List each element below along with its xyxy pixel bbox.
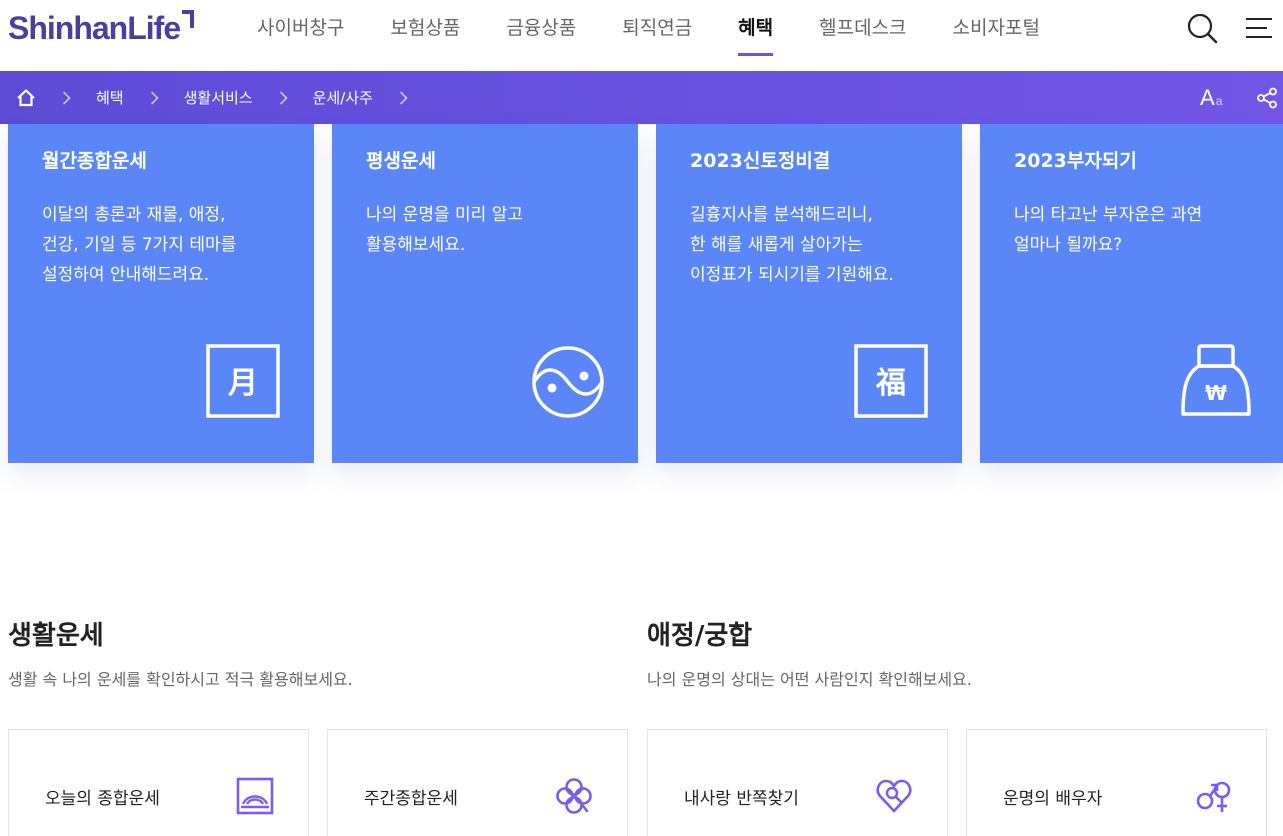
chevron-right-icon[interactable] [399, 90, 408, 105]
service-destined-spouse[interactable]: 운명의 배우자 [966, 729, 1267, 836]
service-label: 주간종합운세 [364, 789, 458, 809]
breadcrumb-bar: 혜택 생활서비스 운세/사주 Aa [0, 71, 1283, 124]
card-description-line: 이달의 총론과 재물, 애정, [42, 205, 226, 225]
card-lifetime-fortune[interactable]: 평생운세 나의 운명을 미리 알고 활용해보세요. [332, 124, 638, 463]
global-navigation: 사이버창구 보험상품 금융상품 퇴직연금 혜택 헬프데스크 소비자포털 [234, 0, 1063, 71]
menu-icon[interactable] [1243, 12, 1275, 44]
search-icon[interactable] [1186, 12, 1218, 44]
section-title: 애정/궁합 [647, 621, 753, 651]
section-daily-fortune: 생활운세 생활 속 나의 운세를 확인하시고 적극 활용해보세요. [8, 618, 353, 690]
font-size-small-label: a [1215, 94, 1223, 108]
font-size-large-label: A [1200, 85, 1215, 110]
logo-text: ShinhanLife [8, 10, 181, 46]
card-description-line: 이정표가 되시기를 기원해요. [690, 265, 894, 285]
service-find-soulmate[interactable]: 내사랑 반쪽찾기 [647, 729, 948, 836]
chevron-right-icon [279, 90, 288, 105]
card-description-line: 길흉지사를 분석해드리니, [690, 205, 873, 225]
gender-icon [1196, 781, 1231, 812]
heart-search-icon [876, 779, 912, 813]
service-today-fortune[interactable]: 오늘의 종합운세 [8, 729, 309, 836]
sunrise-icon [236, 777, 274, 815]
section-title: 생활운세 [8, 621, 104, 651]
fortune-icon: 福 [854, 344, 928, 418]
service-label: 오늘의 종합운세 [45, 789, 160, 809]
card-monthly-fortune[interactable]: 월간종합운세 이달의 총론과 재물, 애정, 건강, 기일 등 7가지 테마를 … [8, 124, 314, 463]
month-glyph: 月 [228, 366, 258, 401]
card-tojeong-fortune[interactable]: 2023신토정비결 길흉지사를 분석해드리니, 한 해를 새롭게 살아가는 이정… [656, 124, 962, 463]
service-label: 운명의 배우자 [1003, 789, 1103, 809]
gnb-item-financial-products[interactable]: 금융상품 [483, 0, 599, 56]
font-size-button[interactable]: Aa [1200, 85, 1222, 111]
month-icon: 月 [206, 344, 280, 418]
card-title: 월간종합운세 [42, 150, 147, 172]
gnb-item-cyber-branch[interactable]: 사이버창구 [234, 0, 367, 56]
breadcrumb: 혜택 생활서비스 운세/사주 [16, 71, 433, 124]
site-header: ShinhanLife 사이버창구 보험상품 금융상품 퇴직연금 혜택 헬프데스… [0, 0, 1283, 71]
gnb-item-consumer-portal[interactable]: 소비자포털 [930, 0, 1063, 56]
yin-yang-icon [532, 346, 604, 418]
card-become-rich[interactable]: 2023부자되기 나의 타고난 부자운은 과연 얼마나 될까요? ₩ [980, 124, 1283, 463]
card-description: 이달의 총론과 재물, 애정, 건강, 기일 등 7가지 테마를 설정하여 안내… [42, 200, 307, 290]
service-weekly-fortune[interactable]: 주간종합운세 [327, 729, 628, 836]
section-love-match: 애정/궁합 나의 운명의 상대는 어떤 사람인지 확인해보세요. [647, 618, 972, 690]
card-description-line: 설정하여 안내해드려요. [42, 265, 210, 285]
gnb-item-insurance-products[interactable]: 보험상품 [367, 0, 483, 56]
card-description-line: 얼마나 될까요? [1014, 235, 1123, 255]
gnb-item-benefits[interactable]: 혜택 [715, 0, 796, 56]
breadcrumb-life-service[interactable]: 생활서비스 [184, 87, 253, 108]
won-glyph: ₩ [1205, 381, 1227, 405]
card-description-line: 건강, 기일 등 7가지 테마를 [42, 235, 237, 255]
logo-mark-icon [182, 10, 195, 28]
card-title: 평생운세 [366, 150, 436, 172]
card-description: 나의 운명을 미리 알고 활용해보세요. [366, 200, 631, 260]
clover-icon [556, 778, 592, 814]
breadcrumb-benefits[interactable]: 혜택 [96, 87, 124, 108]
gnb-item-help-desk[interactable]: 헬프데스크 [796, 0, 929, 56]
chevron-right-icon [62, 90, 71, 105]
share-icon[interactable] [1256, 87, 1278, 109]
card-description: 나의 타고난 부자운은 과연 얼마나 될까요? [1014, 200, 1279, 260]
card-title: 2023신토정비결 [690, 150, 831, 172]
shinhan-life-logo[interactable]: ShinhanLife [8, 8, 195, 48]
money-bag-icon: ₩ [1181, 344, 1251, 416]
card-description: 길흉지사를 분석해드리니, 한 해를 새롭게 살아가는 이정표가 되시기를 기원… [690, 200, 955, 290]
card-description-line: 한 해를 새롭게 살아가는 [690, 235, 863, 255]
card-title: 2023부자되기 [1014, 150, 1137, 172]
card-description-line: 활용해보세요. [366, 235, 466, 255]
card-description-line: 나의 운명을 미리 알고 [366, 205, 523, 225]
fortune-glyph: 福 [875, 366, 906, 401]
breadcrumb-fortune[interactable]: 운세/사주 [313, 87, 373, 108]
home-icon[interactable] [16, 88, 36, 108]
card-description-line: 나의 타고난 부자운은 과연 [1014, 205, 1203, 225]
service-label: 내사랑 반쪽찾기 [684, 789, 799, 809]
fortune-card-list: 월간종합운세 이달의 총론과 재물, 애정, 건강, 기일 등 7가지 테마를 … [8, 124, 1283, 463]
section-description: 생활 속 나의 운세를 확인하시고 적극 활용해보세요. [8, 670, 353, 689]
section-description: 나의 운명의 상대는 어떤 사람인지 확인해보세요. [647, 670, 972, 689]
chevron-right-icon [150, 90, 159, 105]
gnb-item-retirement-pension[interactable]: 퇴직연금 [599, 0, 715, 56]
